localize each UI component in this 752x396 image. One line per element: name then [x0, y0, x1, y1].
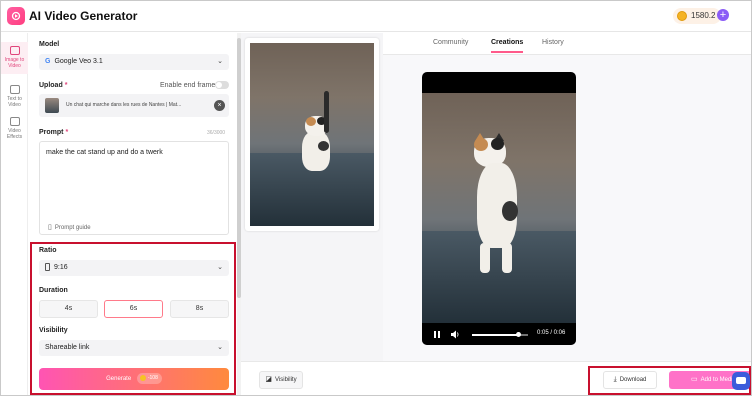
video-time: 0:05 / 0:06	[537, 330, 566, 336]
upload-label: Upload *	[39, 82, 67, 89]
app-logo-icon	[7, 7, 25, 25]
end-frame-toggle[interactable]	[215, 81, 229, 89]
chevron-down-icon: ⌄	[217, 58, 223, 65]
required-mark: *	[64, 82, 68, 89]
top-bar: AI Video Generator 1580.2 +	[1, 1, 751, 32]
visibility-icon: ◪	[265, 376, 273, 383]
book-icon: ▯	[48, 224, 52, 231]
cat-side-patch	[318, 141, 329, 151]
video-frame-cat	[422, 93, 576, 323]
cat-patch	[474, 138, 488, 151]
video-effects-icon	[9, 117, 20, 126]
cat-side-patch	[502, 201, 518, 221]
model-label: Model	[39, 41, 60, 48]
google-icon: G	[45, 58, 51, 65]
progress-knob[interactable]	[516, 332, 522, 337]
cat-leg	[480, 243, 490, 273]
visibility-button-label: Visibility	[275, 377, 297, 383]
progress-track[interactable]	[472, 332, 528, 337]
nav-label: Image to Video	[4, 57, 25, 69]
visibility-button[interactable]: ◪ Visibility	[259, 371, 303, 389]
image-to-video-icon	[9, 46, 20, 55]
progress-fill	[472, 334, 519, 336]
video-player[interactable]: 0:05 / 0:06	[422, 72, 576, 345]
video-controls: 0:05 / 0:06	[422, 323, 576, 345]
model-value: Google Veo 3.1	[54, 58, 103, 65]
credits-badge[interactable]: 1580.2	[673, 8, 722, 24]
highlight-box-actions	[588, 366, 751, 395]
upload-field[interactable]: Un chat qui marche dans les rues de Nant…	[39, 94, 229, 117]
end-frame-label: Enable end frame	[160, 82, 216, 89]
cat-body	[302, 131, 330, 171]
prompt-counter: 36/3000	[207, 130, 226, 136]
cat-leg	[502, 243, 512, 273]
tab-community[interactable]: Community	[433, 39, 468, 46]
nav-item-video-effects[interactable]: Video Effects	[1, 113, 28, 143]
prompt-text: make the cat stand up and do a twerk	[46, 149, 163, 156]
results-area: Community Creations History 0:05 / 0:06	[383, 33, 751, 395]
app-title: AI Video Generator	[29, 9, 138, 23]
upload-thumbnail	[45, 98, 59, 113]
source-preview-column	[241, 33, 383, 395]
highlight-box-settings	[30, 242, 236, 395]
remove-upload-button[interactable]: ×	[214, 100, 225, 111]
pause-icon[interactable]	[434, 331, 440, 338]
source-image-card[interactable]	[245, 38, 379, 231]
coin-icon	[677, 11, 687, 21]
required-mark: *	[65, 129, 69, 136]
prompt-guide-link[interactable]: ▯ Prompt guide	[48, 223, 91, 231]
model-select[interactable]: G Google Veo 3.1 ⌄	[39, 54, 229, 70]
chat-support-button[interactable]	[732, 372, 750, 390]
prompt-label: Prompt *	[39, 129, 68, 136]
prompt-label-text: Prompt	[39, 129, 64, 136]
nav-label: Video Effects	[6, 128, 23, 140]
nav-item-image-to-video[interactable]: Image to Video	[1, 42, 28, 74]
volume-icon[interactable]	[451, 330, 460, 339]
credits-value: 1580.2	[691, 11, 716, 20]
results-tabs: Community Creations History	[383, 33, 751, 55]
prompt-guide-text: Prompt guide	[54, 225, 91, 231]
left-nav: Image to Video Text to Video Video Effec…	[1, 33, 28, 395]
add-credits-button[interactable]: +	[717, 9, 729, 21]
upload-filename: Un chat qui marche dans les rues de Nant…	[66, 102, 182, 108]
source-cat-image	[250, 43, 374, 226]
cat-patch	[306, 117, 316, 126]
cat-patch-dark	[491, 138, 504, 150]
tab-creations[interactable]: Creations	[491, 39, 524, 53]
upload-label-text: Upload	[39, 82, 63, 89]
nav-item-text-to-video[interactable]: Text to Video	[1, 81, 28, 109]
app-window: AI Video Generator 1580.2 + Image to Vid…	[0, 0, 752, 396]
cat-tail	[324, 91, 329, 133]
nav-label: Text to Video	[7, 96, 22, 108]
tab-history[interactable]: History	[542, 39, 564, 46]
prompt-textarea[interactable]: make the cat stand up and do a twerk ▯ Pr…	[39, 141, 229, 235]
text-to-video-icon	[9, 85, 20, 94]
